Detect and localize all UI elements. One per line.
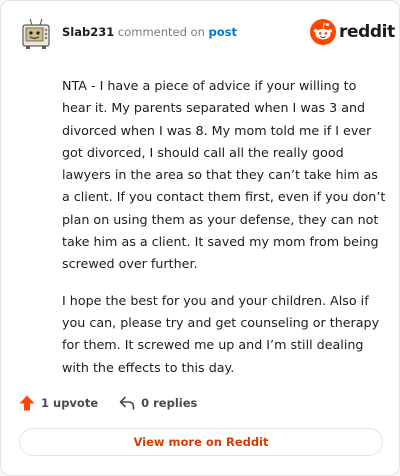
action-text: commented on <box>117 25 205 39</box>
comment-actions: 1 upvote 0 replies <box>18 394 197 412</box>
comment-byline: Slab231 commented on post <box>62 25 237 39</box>
user-avatar[interactable] <box>21 16 51 52</box>
replies-count: 0 replies <box>141 396 198 410</box>
reply-arrow-icon <box>119 396 135 410</box>
upvote-button[interactable]: 1 upvote <box>18 394 98 412</box>
avatar-icon <box>22 18 50 49</box>
upvote-count: 1 upvote <box>41 396 99 410</box>
comment-body: NTA - I have a piece of advice if your w… <box>62 75 388 393</box>
reddit-snoo-icon <box>310 19 336 45</box>
embedded-comment-card: Slab231 commented on post reddit NTA - I… <box>0 0 400 476</box>
upvote-arrow-icon <box>19 395 35 411</box>
comment-paragraph: NTA - I have a piece of advice if your w… <box>62 78 386 272</box>
username-link[interactable]: Slab231 <box>62 25 114 39</box>
replies-button[interactable]: 0 replies <box>118 394 197 412</box>
reddit-wordmark: reddit <box>339 22 395 42</box>
post-link[interactable]: post <box>209 25 237 39</box>
comment-paragraph: I hope the best for you and your childre… <box>62 292 380 375</box>
view-more-on-reddit-button[interactable]: View more on Reddit <box>19 428 383 456</box>
reddit-logo[interactable]: reddit <box>310 19 395 45</box>
